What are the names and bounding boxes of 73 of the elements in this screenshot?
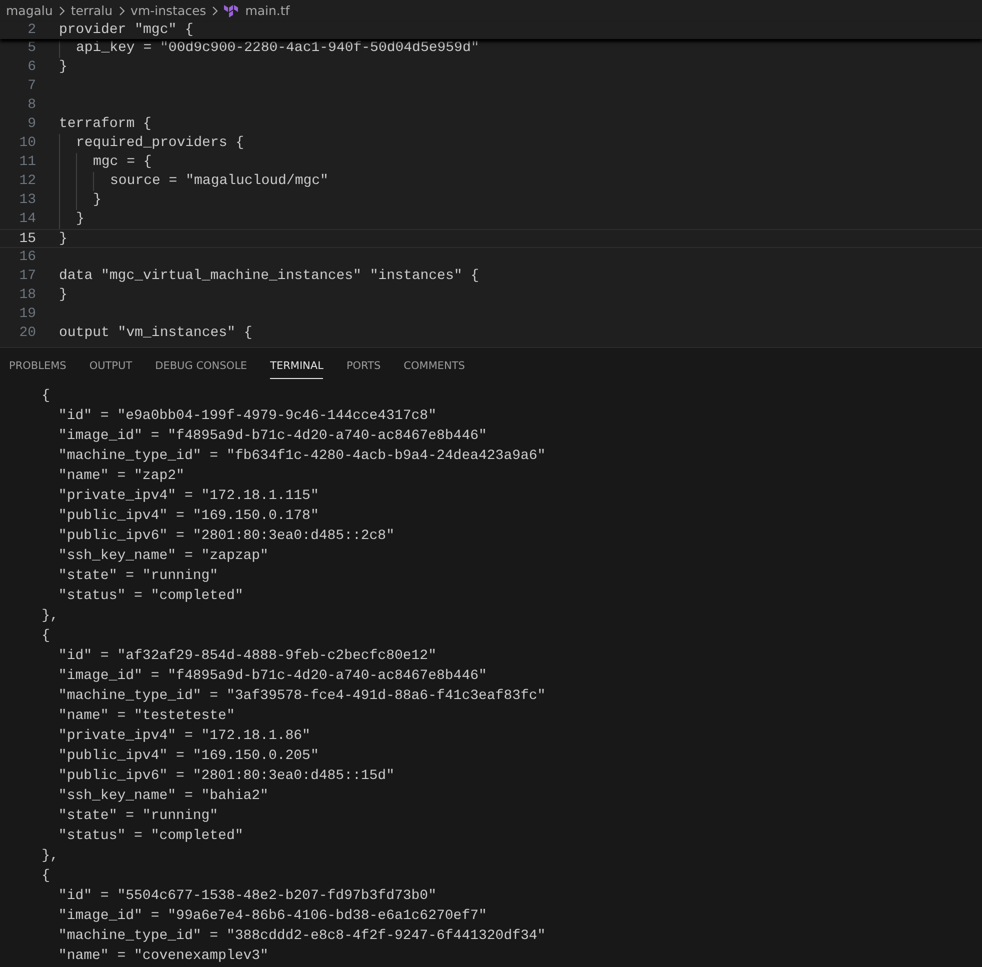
line-number: 19 <box>18 305 36 324</box>
code-line: data "mgc_virtual_machine_instances" "instances" { <box>59 267 480 286</box>
terminal-line: "status" = "completed" <box>58 588 244 604</box>
file-type-icon <box>224 4 238 18</box>
panel-tab[interactable]: OUTPUT <box>89 355 132 379</box>
code-line: } <box>93 191 102 210</box>
line-number: 14 <box>18 210 36 229</box>
breadcrumb-file[interactable]: main.tf <box>245 2 290 20</box>
terminal-line: "image_id" = "f4895a9d-b71c-4d20-a740-ac8467e8b446" <box>58 428 487 444</box>
line-number: 5 <box>26 39 36 58</box>
terminal-line: }, <box>42 848 58 864</box>
terminal-line: "image_id" = "99a6e7e4-86b6-4106-bd38-e6a1c6270ef7" <box>58 908 487 924</box>
breadcrumb-folder[interactable]: magalu <box>6 2 53 20</box>
terminal-line: "private_ipv4" = "172.18.1.86" <box>58 728 310 744</box>
terminal-line: "id" = "e9a0bb04-199f-4979-9c46-144cce4317c8" <box>58 408 436 424</box>
line-number: 2 <box>26 22 36 39</box>
terminal-line: { <box>42 388 50 404</box>
code-line: } <box>76 210 84 229</box>
terminal-line: "machine_type_id" = "3af39578-fce4-491d-88a6-f41c3eaf83fc" <box>58 688 546 704</box>
line-number: 16 <box>18 248 36 267</box>
terminal-line: "machine_type_id" = "fb634f1c-4280-4acb-b9a4-24dea423a9a6" <box>58 448 546 464</box>
code-line: required_providers { <box>76 134 244 153</box>
chevron-icon <box>212 6 218 16</box>
line-number: 10 <box>18 134 36 153</box>
terminal-line: "public_ipv6" = "2801:80:3ea0:d485::2c8" <box>58 528 394 544</box>
line-number: 15 <box>18 230 36 247</box>
line-number: 20 <box>18 324 36 343</box>
line-number: 6 <box>26 58 36 77</box>
terminal-line: "status" = "completed" <box>58 828 244 844</box>
terminal-line: { <box>42 868 50 884</box>
terminal-line: "id" = "af32af29-854d-4888-9feb-c2becfc80e12" <box>58 648 436 664</box>
panel-tab[interactable]: COMMENTS <box>404 355 465 379</box>
panel-tab[interactable]: DEBUG CONSOLE <box>155 355 248 379</box>
terminal-line: "name" = "testeteste" <box>58 708 235 724</box>
line-number: 9 <box>26 115 36 134</box>
chevron-icon <box>58 6 65 16</box>
panel-tab[interactable]: PORTS <box>346 355 381 379</box>
terminal-line: "machine_type_id" = "388cddd2-e8c8-4f2f-9247-6f441320df34" <box>58 928 546 944</box>
panel-tab[interactable]: PROBLEMS <box>9 355 66 379</box>
code-line: terraform { <box>59 115 152 134</box>
chevron-icon <box>118 6 125 16</box>
code-line: } <box>59 286 68 305</box>
line-number: 8 <box>26 96 36 115</box>
terminal-line: "image_id" = "f4895a9d-b71c-4d20-a740-ac8467e8b446" <box>58 668 487 684</box>
line-number: 17 <box>18 267 36 286</box>
terminal-line: "state" = "running" <box>58 568 218 584</box>
terminal-line: "public_ipv4" = "169.150.0.178" <box>58 508 319 524</box>
terminal-line: "public_ipv4" = "169.150.0.205" <box>58 748 319 764</box>
code-line: source = "magalucloud/mgc" <box>110 172 328 191</box>
code-line: mgc = { <box>93 153 152 172</box>
terminal-line: "ssh_key_name" = "bahia2" <box>58 788 268 804</box>
sticky-code-line: provider "mgc" { <box>59 22 194 39</box>
panel-tab[interactable]: TERMINAL <box>270 355 324 379</box>
code-line: } <box>59 230 68 247</box>
line-number: 7 <box>26 77 36 96</box>
line-number: 12 <box>18 172 36 191</box>
terminal-line: "private_ipv4" = "172.18.1.115" <box>58 488 319 504</box>
code-line: api_key = "00d9c900-2280-4ac1-940f-50d04d5e959d" <box>76 39 480 58</box>
breadcrumb-folder[interactable]: vm-instaces <box>130 2 206 20</box>
line-number: 11 <box>18 153 36 172</box>
terminal-line: { <box>42 628 50 644</box>
terminal-line: }, <box>42 608 58 624</box>
terminal-line: "ssh_key_name" = "zapzap" <box>58 548 268 564</box>
terminal-line: "state" = "running" <box>58 808 218 824</box>
terminal-line: "public_ipv6" = "2801:80:3ea0:d485::15d" <box>58 768 394 784</box>
line-number: 18 <box>18 286 36 305</box>
breadcrumb-folder[interactable]: terralu <box>70 2 113 20</box>
terminal-line: "name" = "covenexamplev3" <box>58 948 268 964</box>
terminal-line: "id" = "5504c677-1538-48e2-b207-fd97b3fd73b0" <box>58 888 436 904</box>
terminal-line: "name" = "zap2" <box>58 468 184 484</box>
code-line: } <box>59 58 68 77</box>
code-line: output "vm_instances" { <box>59 324 252 343</box>
line-number: 13 <box>18 191 36 210</box>
